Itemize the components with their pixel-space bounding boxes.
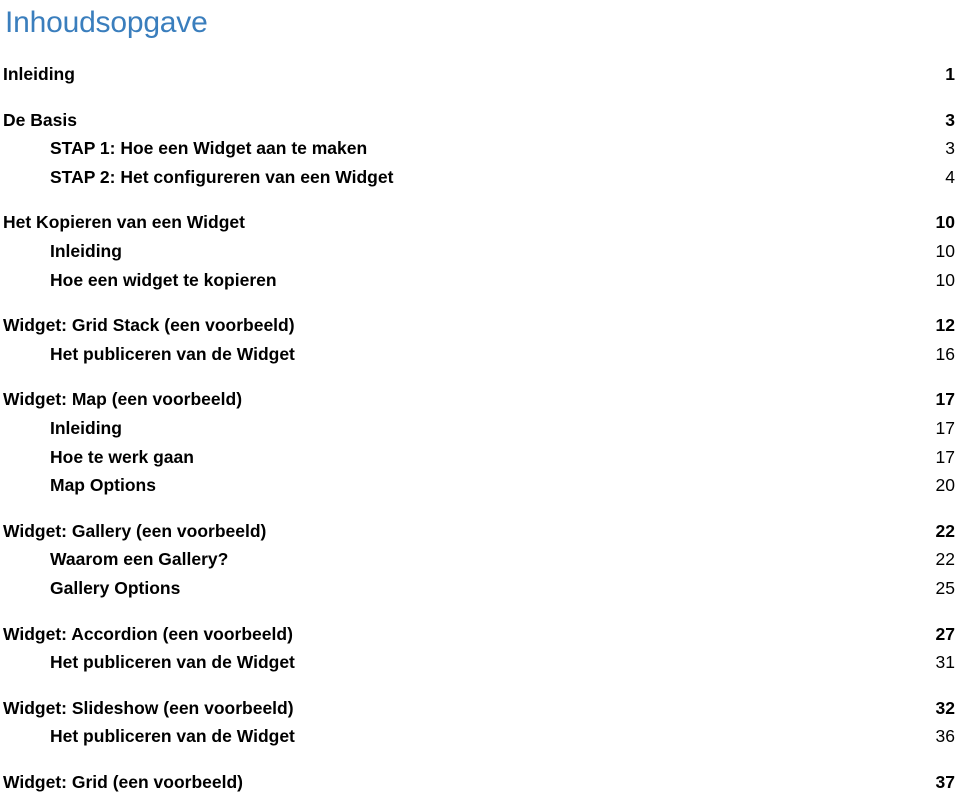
toc-entry-label: Het publiceren van de Widget xyxy=(50,652,295,673)
toc-entry-page-number: 17 xyxy=(935,389,955,410)
toc-entry[interactable]: Widget: Grid Stack (een voorbeeld) 12 xyxy=(3,311,957,340)
toc-entry-page-number: 17 xyxy=(935,446,955,467)
toc-entry-label: Het publiceren van de Widget xyxy=(50,726,295,747)
toc-entry-page-number: 10 xyxy=(935,212,955,233)
toc-entry-page-number: 10 xyxy=(935,240,955,261)
toc-entry-page-number: 10 xyxy=(935,269,955,290)
toc-entry-page-number: 37 xyxy=(935,771,955,792)
toc-entry[interactable]: Hoe een widget te kopieren 10 xyxy=(3,266,957,295)
toc-entry[interactable]: Inleiding 10 xyxy=(3,237,957,266)
toc-entry[interactable]: Het publiceren van de Widget 31 xyxy=(3,648,957,677)
toc-entry-label: Inleiding xyxy=(3,64,75,84)
toc-entry-label: STAP 1: Hoe een Widget aan te maken xyxy=(50,138,368,159)
toc-entry-label: Widget: Accordion (een voorbeeld) xyxy=(3,623,293,644)
toc-entry-label: Inleiding xyxy=(50,240,122,261)
toc-group: Widget: Grid (een voorbeeld) 37 xyxy=(3,768,957,796)
toc-entry-label: Inleiding xyxy=(50,417,122,438)
toc-entry[interactable]: Het Kopieren van een Widget 10 xyxy=(3,208,957,237)
toc-entry-label: Widget: Slideshow (een voorbeeld) xyxy=(3,697,294,718)
toc-group: Widget: Map (een voorbeeld) 17 Inleiding 17… xyxy=(3,385,957,499)
toc-entry-page-number: 22 xyxy=(935,520,955,541)
toc-entry-page-number: 3 xyxy=(945,109,955,130)
toc-entry-label: Hoe een widget te kopieren xyxy=(50,269,277,290)
toc-group: Widget: Accordion (een voorbeeld) 27 Het p… xyxy=(3,620,957,677)
toc-entry-page-number: 27 xyxy=(935,623,955,644)
toc-entry-page-number: 4 xyxy=(945,166,955,187)
toc-group: De Basis 3 STAP 1: Hoe een Widget aan te m… xyxy=(3,106,957,192)
toc-group: Het Kopieren van een Widget 10 Inleiding 10… xyxy=(3,208,957,294)
toc-entry[interactable]: Inleiding 1 xyxy=(3,60,957,89)
toc-entry-page-number: 32 xyxy=(935,697,955,718)
toc-entry-label: Widget: Gallery (een voorbeeld) xyxy=(3,520,267,541)
toc-entry-page-number: 17 xyxy=(935,417,955,438)
toc-group: Widget: Grid Stack (een voorbeeld) 12 Het … xyxy=(3,311,957,368)
toc-group: Widget: Gallery (een voorbeeld) 22 Waarom … xyxy=(3,517,957,603)
toc-entry[interactable]: De Basis 3 xyxy=(3,106,957,135)
toc-entry[interactable]: Map Options 20 xyxy=(3,471,957,500)
toc-entry-page-number: 3 xyxy=(945,138,955,159)
toc-entry-page-number: 16 xyxy=(935,343,955,364)
document-page: Inhoudsopgave Inleiding 1 De Basis 3 STAP 1:… xyxy=(0,0,959,792)
toc-entry[interactable]: Widget: Map (een voorbeeld) 17 xyxy=(3,385,957,414)
toc-entry-label: Map Options xyxy=(50,475,156,496)
toc-entry-page-number: 20 xyxy=(935,475,955,496)
page-title: Inhoudsopgave xyxy=(5,6,208,39)
toc-group: Widget: Slideshow (een voorbeeld) 32 Het p… xyxy=(3,694,957,751)
toc-entry[interactable]: Het publiceren van de Widget 36 xyxy=(3,722,957,751)
toc-entry[interactable]: Gallery Options 25 xyxy=(3,574,957,603)
toc-entry[interactable]: STAP 1: Hoe een Widget aan te maken 3 xyxy=(3,134,957,163)
toc-entry-page-number: 25 xyxy=(935,577,955,598)
toc-entry-page-number: 1 xyxy=(945,64,955,84)
toc-entry-label: Gallery Options xyxy=(50,577,181,598)
toc-entry[interactable]: STAP 2: Het configureren van een Widget 4 xyxy=(3,163,957,192)
toc-entry[interactable]: Widget: Grid (een voorbeeld) 37 xyxy=(3,768,957,796)
toc-entry[interactable]: Inleiding 17 xyxy=(3,414,957,443)
toc-entry-label: Widget: Grid (een voorbeeld) xyxy=(3,771,243,792)
toc-entry-label: Widget: Grid Stack (een voorbeeld) xyxy=(3,315,295,336)
toc-entry-label: Widget: Map (een voorbeeld) xyxy=(3,389,243,410)
toc-entry-page-number: 22 xyxy=(935,549,955,570)
toc-entry-page-number: 31 xyxy=(935,652,955,673)
toc-entry-label: STAP 2: Het configureren van een Widget xyxy=(50,166,394,187)
toc-entry[interactable]: Het publiceren van de Widget 16 xyxy=(3,340,957,369)
toc-entry[interactable]: Hoe te werk gaan 17 xyxy=(3,443,957,472)
toc-entry[interactable]: Widget: Accordion (een voorbeeld) 27 xyxy=(3,620,957,649)
toc-entry-label: Het publiceren van de Widget xyxy=(50,343,295,364)
toc-entry-label: Hoe te werk gaan xyxy=(50,446,194,467)
toc-entry-label: Het Kopieren van een Widget xyxy=(3,212,245,233)
toc-entry-page-number: 36 xyxy=(935,726,955,747)
toc-entry-label: Waarom een Gallery? xyxy=(50,549,229,570)
toc-entry-page-number: 12 xyxy=(935,315,955,336)
toc-entry-label: De Basis xyxy=(3,109,77,130)
toc-entry[interactable]: Waarom een Gallery? 22 xyxy=(3,545,957,574)
toc-entry[interactable]: Widget: Gallery (een voorbeeld) 22 xyxy=(3,517,957,546)
toc-group: Inleiding 1 xyxy=(3,60,957,89)
table-of-contents: Inleiding 1 De Basis 3 STAP 1: Hoe een Widge… xyxy=(3,60,957,796)
toc-entry[interactable]: Widget: Slideshow (een voorbeeld) 32 xyxy=(3,694,957,723)
